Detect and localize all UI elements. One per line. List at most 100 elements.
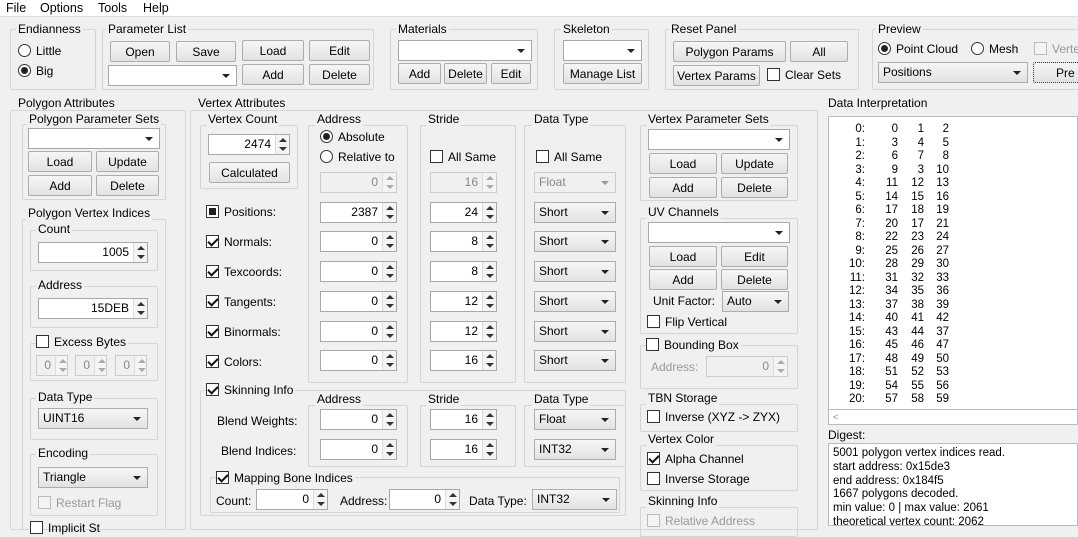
materials-add-button[interactable]: Add	[398, 63, 441, 84]
blend-weights-stride-spin[interactable]: 16	[430, 409, 497, 430]
calculated-button[interactable]: Calculated	[209, 162, 290, 183]
vertex-delete-button[interactable]: Delete	[721, 177, 788, 198]
colors-type-combo[interactable]: Short	[534, 350, 616, 371]
encoding-combo[interactable]: Triangle	[38, 467, 148, 488]
stride-all-spin[interactable]: 16	[430, 172, 497, 193]
menu-help[interactable]: Help	[143, 1, 169, 15]
binormals-stride-spin[interactable]: 12	[430, 321, 497, 342]
vertex-checkbox[interactable]: Verte	[1034, 41, 1078, 56]
menu-tools[interactable]: Tools	[98, 1, 127, 15]
radio-absolute[interactable]: Absolute	[320, 129, 385, 144]
materials-combo[interactable]	[398, 40, 532, 61]
colors-address-spin[interactable]: 0	[320, 350, 397, 371]
manage-list-button[interactable]: Manage List	[563, 63, 642, 84]
stride-all-same-checkbox[interactable]: All Same	[430, 149, 496, 164]
blend-weights-address-spin[interactable]: 0	[320, 409, 397, 430]
mapping-address-spin[interactable]: 0	[389, 489, 460, 510]
mapping-type-combo[interactable]: INT32	[532, 489, 617, 510]
polygon-count-spin[interactable]: 1005	[38, 242, 148, 263]
vertex-add-button[interactable]: Add	[649, 177, 717, 198]
blend-indices-stride-spin[interactable]: 16	[430, 439, 497, 460]
reset-polygon-params-button[interactable]: Polygon Params	[673, 41, 786, 62]
polygon-delete-button[interactable]: Delete	[96, 175, 159, 196]
radio-mesh[interactable]: Mesh	[971, 41, 1018, 56]
horizontal-scrollbar[interactable]: <	[828, 410, 1078, 425]
param-edit-button[interactable]: Edit	[309, 40, 370, 61]
implicit-checkbox[interactable]: Implicit St	[30, 520, 100, 535]
skinning-checkbox[interactable]: Skinning Info	[206, 382, 296, 397]
colors-stride-spin[interactable]: 16	[430, 350, 497, 371]
skeleton-combo[interactable]	[563, 40, 642, 61]
preview-button[interactable]: Pre	[1033, 62, 1078, 83]
polygon-load-button[interactable]: Load	[28, 151, 92, 172]
materials-edit-button[interactable]: Edit	[491, 63, 531, 84]
polygon-param-sets-combo[interactable]	[28, 128, 160, 149]
uv-channels-combo[interactable]	[648, 222, 790, 243]
vertex-count-spin[interactable]: 2474	[208, 134, 290, 155]
param-load-button[interactable]: Load	[242, 40, 304, 61]
scroll-left-icon[interactable]: <	[833, 412, 838, 422]
polygon-data-type-combo[interactable]: UINT16	[38, 408, 148, 429]
vertex-update-button[interactable]: Update	[721, 153, 788, 174]
restart-flag-checkbox[interactable]: Restart Flag	[38, 495, 121, 510]
polygon-add-button[interactable]: Add	[28, 175, 92, 196]
uv-add-button[interactable]: Add	[649, 269, 717, 290]
menu-file[interactable]: File	[6, 1, 26, 15]
colors-checkbox[interactable]: Colors:	[206, 354, 262, 369]
preview-combo[interactable]: Positions	[878, 62, 1028, 83]
blend-indices-type-combo[interactable]: INT32	[534, 439, 616, 460]
blend-weights-type-combo[interactable]: Float	[534, 409, 616, 430]
normals-address-spin[interactable]: 0	[320, 231, 397, 252]
tangents-checkbox[interactable]: Tangents:	[206, 294, 276, 309]
binormals-address-spin[interactable]: 0	[320, 321, 397, 342]
tangents-address-spin[interactable]: 0	[320, 291, 397, 312]
param-delete-button[interactable]: Delete	[309, 64, 370, 85]
excess-spin-2[interactable]: 0	[75, 355, 107, 376]
tangents-stride-spin[interactable]: 12	[430, 291, 497, 312]
tbn-inverse-checkbox[interactable]: Inverse (XYZ -> ZYX)	[647, 409, 780, 424]
positions-checkbox[interactable]: Positions:	[206, 204, 276, 219]
radio-little[interactable]: Little	[18, 43, 61, 58]
bbox-address-spin[interactable]: 0	[706, 356, 788, 377]
param-add-button[interactable]: Add	[242, 64, 304, 85]
binormals-type-combo[interactable]: Short	[534, 321, 616, 342]
param-list-combo[interactable]	[108, 65, 237, 86]
normals-type-combo[interactable]: Short	[534, 231, 616, 252]
normals-checkbox[interactable]: Normals:	[206, 234, 272, 249]
mapping-count-spin[interactable]: 0	[256, 489, 328, 510]
reset-all-button[interactable]: All	[790, 41, 848, 62]
binormals-checkbox[interactable]: Binormals:	[206, 324, 281, 339]
normals-stride-spin[interactable]: 8	[430, 231, 497, 252]
relative-spin[interactable]: 0	[320, 172, 397, 193]
positions-stride-spin[interactable]: 24	[430, 202, 497, 223]
data-interpretation-list[interactable]: 0: 0 1 2 1: 3 4 5 2: 6 7 8 3: 9 3 10 4: 11 12 13 5: 14 15 16 6: 1…	[828, 116, 1078, 410]
param-save-button[interactable]: Save	[176, 41, 236, 62]
vertex-param-sets-combo[interactable]	[648, 129, 790, 150]
polygon-address-spin[interactable]: 15DEB	[38, 298, 148, 319]
excess-bytes-checkbox[interactable]: Excess Bytes	[36, 334, 129, 349]
uv-delete-button[interactable]: Delete	[721, 269, 788, 290]
radio-big[interactable]: Big	[18, 63, 53, 78]
excess-spin-3[interactable]: 0	[115, 355, 147, 376]
radio-point-cloud[interactable]: Point Cloud	[878, 41, 958, 56]
menu-options[interactable]: Options	[40, 1, 83, 15]
texcoords-checkbox[interactable]: Texcoords:	[206, 264, 282, 279]
blend-indices-address-spin[interactable]: 0	[320, 439, 397, 460]
vertex-load-button[interactable]: Load	[649, 153, 717, 174]
alpha-channel-checkbox[interactable]: Alpha Channel	[647, 451, 744, 466]
texcoords-type-combo[interactable]: Short	[534, 261, 616, 282]
uv-load-button[interactable]: Load	[649, 246, 717, 267]
polygon-update-button[interactable]: Update	[96, 151, 159, 172]
materials-delete-button[interactable]: Delete	[444, 63, 487, 84]
uv-edit-button[interactable]: Edit	[721, 246, 788, 267]
reset-vertex-params-button[interactable]: Vertex Params	[673, 65, 760, 86]
flip-vertical-checkbox[interactable]: Flip Vertical	[647, 314, 727, 329]
bounding-box-checkbox[interactable]: Bounding Box	[646, 337, 741, 352]
positions-type-combo[interactable]: Short	[534, 202, 616, 223]
mapping-bone-indices-checkbox[interactable]: Mapping Bone Indices	[216, 470, 355, 485]
texcoords-stride-spin[interactable]: 8	[430, 261, 497, 282]
dtype-all-combo[interactable]: Float	[534, 172, 616, 193]
radio-relative[interactable]: Relative to	[320, 149, 395, 164]
clear-sets-checkbox[interactable]: Clear Sets	[767, 67, 841, 82]
dtype-all-same-checkbox[interactable]: All Same	[536, 149, 602, 164]
